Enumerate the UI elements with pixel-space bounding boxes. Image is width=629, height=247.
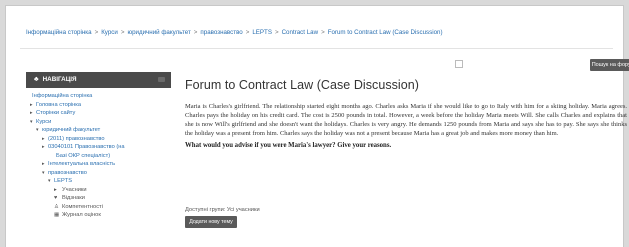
nav-item-label: (2011) правознавство [48, 135, 105, 142]
breadcrumb-link[interactable]: Contract Law [282, 29, 318, 36]
nav-item[interactable]: ▦ Журнал оцінок [26, 211, 171, 220]
nav-item-label: Інтелектуальна власність [48, 161, 116, 167]
nav-item[interactable]: Інформаційна сторінка [26, 92, 171, 101]
breadcrumb-separator: > [94, 29, 99, 36]
nav-item-label: Відзнаки [62, 195, 85, 201]
collapse-icon[interactable] [158, 77, 165, 82]
breadcrumb-link[interactable]: Курси [101, 29, 118, 36]
groups-label: Доступні групи: Усі учасники [185, 207, 260, 213]
nav-header-label: НАВІГАЦІЯ [42, 76, 77, 83]
breadcrumb-link[interactable]: Інформаційна сторінка [26, 29, 92, 36]
breadcrumb-separator: > [193, 29, 198, 36]
nav-item[interactable]: ▸ Учасники [26, 186, 171, 195]
sitemap-icon: ♣ [34, 76, 39, 83]
nav-item[interactable]: ▾ правознавство [26, 169, 171, 178]
nav-item-label: Учасники [62, 186, 87, 193]
nav-item-icon: ♥ [54, 195, 58, 201]
nav-item[interactable]: ♙ Компетентності [26, 203, 171, 212]
breadcrumb-separator: > [321, 29, 325, 36]
nav-item[interactable]: ▸ 03040101 Правознавство (на [26, 143, 171, 152]
breadcrumb-link[interactable]: LEPTS [252, 29, 272, 36]
header-divider [20, 48, 613, 49]
nav-item-label: LEPTS [54, 178, 73, 184]
nav-item-icon: ▦ [54, 212, 60, 218]
nav-item-icon: ♙ [54, 203, 59, 210]
breadcrumb-link[interactable]: правознавство [200, 29, 242, 36]
nav-item[interactable]: ▾ LEPTS [26, 177, 171, 186]
nav-item-label: Компетентності [62, 203, 103, 210]
nav-item-label: Головна сторінка [36, 101, 82, 108]
nav-list: Інформаційна сторінка ▸ Головна сторінка ▸ С… [26, 88, 171, 220]
breadcrumb-separator: > [274, 29, 279, 36]
nav-item[interactable]: ▸ Сторінки сайту [26, 109, 171, 118]
forum-question: What would you advise if you were Maria'… [185, 142, 392, 150]
nav-item[interactable]: ▸ Головна сторінка [26, 101, 171, 110]
breadcrumb: Інформаційна сторінка > Курси > юридичний фа… [26, 29, 621, 36]
page-title: Forum to Contract Law (Case Discussion) [185, 78, 419, 92]
nav-item[interactable]: ▸ (2011) правознавство [26, 135, 171, 144]
nav-item-label: Інформаційна сторінка [32, 93, 93, 99]
breadcrumb-separator: > [120, 29, 125, 36]
nav-item-label: Сторінки сайту [36, 110, 76, 116]
main-content: Forum to Contract Law (Case Discussion) … [185, 78, 627, 228]
nav-item[interactable]: Базі ОКР спеціаліст) [26, 152, 171, 161]
nav-item-label: Журнал оцінок [62, 212, 101, 218]
nav-item[interactable]: ▾ юридичний факультет [26, 126, 171, 135]
nav-item-label: правознавство [48, 169, 87, 176]
nav-item-label: Курси [36, 118, 52, 125]
nav-item-label: юридичний факультет [42, 127, 101, 133]
add-topic-button[interactable]: Додати нову тему [185, 216, 237, 228]
navigation-block: ♣ НАВІГАЦІЯ Інформаційна сторінка ▸ Головна… [26, 72, 171, 220]
nav-item-icon: ▸ [54, 186, 57, 193]
nav-item-label: 03040101 Правознавство (на [48, 144, 125, 150]
nav-item[interactable]: ♥ Відзнаки [26, 194, 171, 203]
search-checkbox[interactable] [455, 60, 463, 68]
forum-description: Maria is Charles's girlfriend. The relat… [185, 103, 627, 138]
page-frame: Інформаційна сторінка > Курси > юридичний фа… [5, 5, 629, 247]
search-forums-button[interactable]: Пошук на форумах [590, 59, 629, 71]
nav-item-label: Базі ОКР спеціаліст) [56, 152, 111, 159]
breadcrumb-link[interactable]: юридичний факультет [127, 29, 190, 36]
breadcrumb-separator: > [245, 29, 250, 36]
nav-item[interactable]: ▸ Інтелектуальна власність [26, 160, 171, 169]
breadcrumb-link[interactable]: Forum to Contract Law (Case Discussion) [328, 29, 443, 36]
nav-header: ♣ НАВІГАЦІЯ [26, 72, 171, 88]
nav-item[interactable]: ▾ Курси [26, 118, 171, 127]
